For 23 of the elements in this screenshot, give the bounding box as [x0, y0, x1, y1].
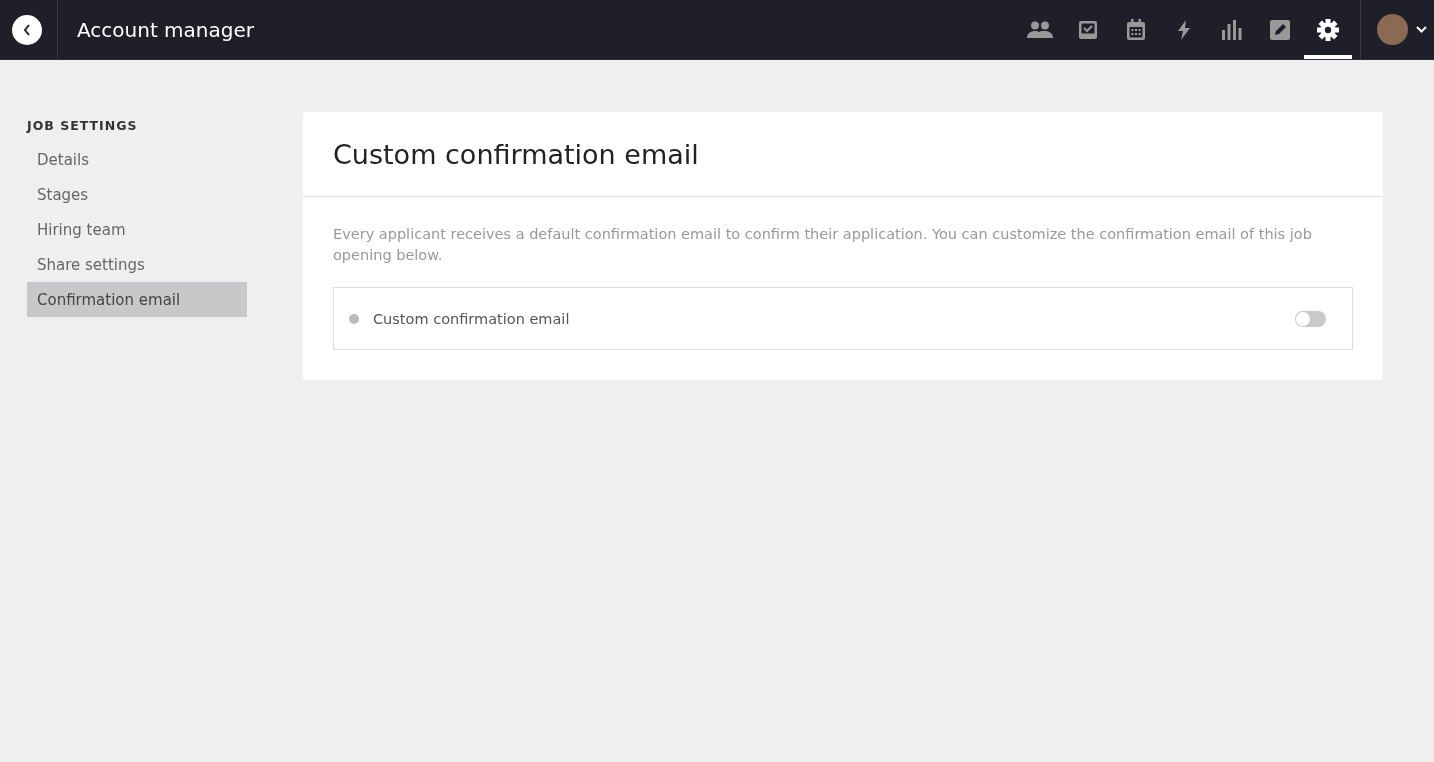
setting-label: Custom confirmation email	[373, 310, 571, 327]
status-dot	[349, 313, 359, 324]
sidebar-item[interactable]: Stages	[27, 177, 247, 212]
description-text: Every applicant receives a default confirmation email to confirm their application. You can customize the confirmation email of this job opening below.	[333, 225, 1313, 265]
bar-chart-icon	[1222, 19, 1242, 40]
page-title: Account manager	[77, 17, 255, 42]
chevron-down-icon[interactable]	[1416, 26, 1427, 33]
section-heading: JOB SETTINGS	[27, 118, 139, 133]
sidebar-item[interactable]: Hiring team	[27, 212, 247, 247]
people-icon	[1027, 20, 1053, 39]
card-title: Custom confirmation email	[333, 138, 699, 170]
sidebar-item[interactable]: Details	[27, 142, 247, 177]
lightning-icon	[1177, 19, 1191, 40]
chevron-left-icon	[23, 23, 31, 36]
back-button[interactable]	[12, 14, 42, 45]
toggle-switch[interactable]	[1295, 310, 1326, 327]
checkbox-tray-icon	[1078, 19, 1098, 40]
sidebar-item[interactable]: Share settings	[27, 247, 247, 282]
sidebar-item[interactable]: Confirmation email	[27, 282, 247, 317]
calendar-icon	[1126, 18, 1146, 41]
pencil-square-icon	[1270, 19, 1290, 40]
avatar[interactable]	[1377, 14, 1408, 45]
settings-icon	[1317, 18, 1339, 41]
